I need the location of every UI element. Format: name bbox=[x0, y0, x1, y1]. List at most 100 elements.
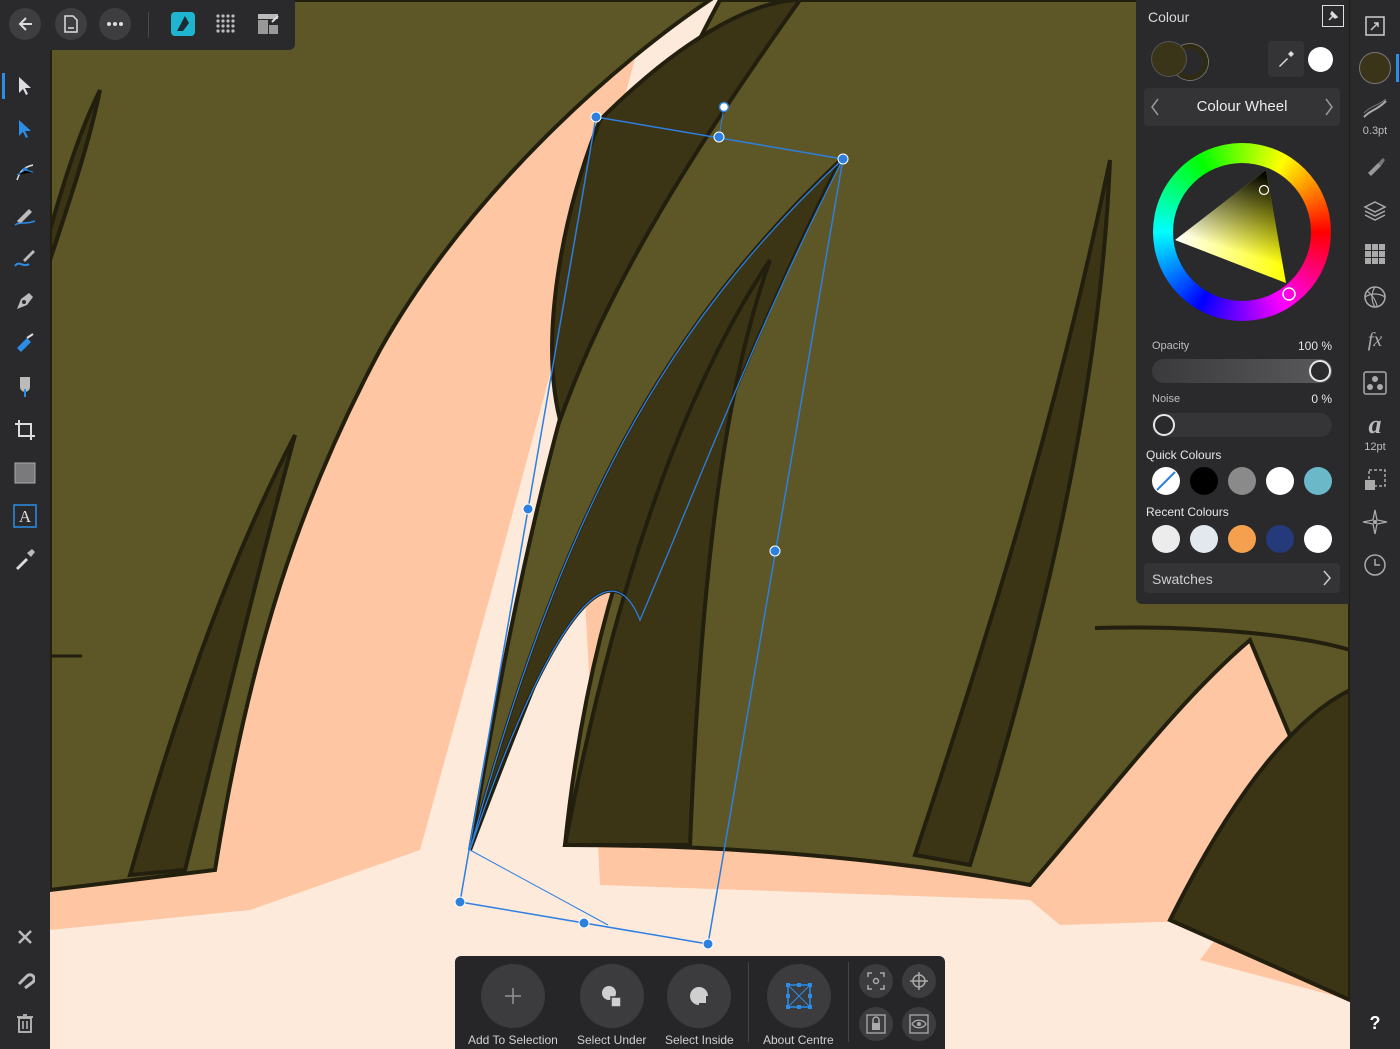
recent-colour-swatch[interactable] bbox=[1190, 525, 1218, 553]
pencil-tool-icon[interactable] bbox=[8, 198, 42, 232]
swatches-icon[interactable] bbox=[1358, 237, 1392, 271]
colour-icon[interactable] bbox=[1358, 51, 1392, 85]
text-styles-icon[interactable]: a bbox=[1358, 408, 1392, 442]
colour-panel: Colour Colour Wheel Opacity 100 % Noise … bbox=[1136, 0, 1349, 604]
select-inside-button[interactable] bbox=[667, 964, 731, 1028]
recent-colours-heading: Recent Colours bbox=[1146, 505, 1229, 519]
about-centre-icon bbox=[786, 983, 812, 1009]
eyedropper-colour[interactable] bbox=[1308, 47, 1333, 72]
corner-tool-icon[interactable] bbox=[8, 155, 42, 189]
colour-picker-icon[interactable] bbox=[8, 542, 42, 576]
history-icon[interactable] bbox=[1358, 548, 1392, 582]
colour-wheel[interactable] bbox=[1153, 143, 1331, 321]
selection-handle[interactable] bbox=[837, 153, 849, 165]
layers-icon[interactable] bbox=[1358, 194, 1392, 228]
quick-colour-swatch[interactable] bbox=[1228, 467, 1256, 495]
pen-tool-icon[interactable] bbox=[8, 284, 42, 318]
quick-colour-swatch[interactable] bbox=[1266, 467, 1294, 495]
document-icon[interactable] bbox=[55, 8, 87, 40]
colour-mode-selector[interactable]: Colour Wheel bbox=[1144, 88, 1340, 126]
toolbar-divider bbox=[748, 962, 749, 1042]
recent-colour-swatch[interactable] bbox=[1266, 525, 1294, 553]
selection-handle[interactable] bbox=[590, 111, 602, 123]
select-under-button[interactable] bbox=[580, 964, 644, 1028]
move-tool-icon[interactable] bbox=[2, 69, 42, 103]
selection-handle[interactable] bbox=[702, 938, 714, 950]
quick-colour-swatch[interactable] bbox=[1190, 467, 1218, 495]
opacity-label: Opacity bbox=[1152, 340, 1190, 352]
plus-icon bbox=[505, 988, 521, 1004]
lock-icon bbox=[866, 1014, 886, 1034]
quick-colour-swatch[interactable] bbox=[1152, 467, 1180, 495]
stroke-icon[interactable] bbox=[1358, 92, 1392, 126]
selection-handle[interactable] bbox=[713, 131, 725, 143]
navigator-icon[interactable] bbox=[1358, 505, 1392, 539]
panel-title: Colour bbox=[1148, 9, 1190, 25]
colour-triangle[interactable] bbox=[1153, 143, 1331, 321]
more-icon[interactable] bbox=[99, 8, 131, 40]
quick-colour-swatch[interactable] bbox=[1304, 467, 1332, 495]
rotation-handle[interactable] bbox=[718, 101, 730, 113]
studio-bar: 0.3pt fx a 12pt ? bbox=[1350, 0, 1400, 1049]
about-centre-label: About Centre bbox=[763, 1033, 834, 1047]
chevron-right-icon[interactable] bbox=[1324, 97, 1334, 122]
tools-panel: A bbox=[0, 50, 50, 1049]
view-button[interactable] bbox=[902, 1007, 936, 1041]
recent-colour-swatch[interactable] bbox=[1304, 525, 1332, 553]
noise-slider[interactable] bbox=[1152, 413, 1332, 437]
appearance-icon[interactable] bbox=[1358, 280, 1392, 314]
swatches-label: Swatches bbox=[1152, 571, 1213, 587]
styles-icon[interactable] bbox=[1358, 366, 1392, 400]
fill-colour-well[interactable] bbox=[1152, 42, 1186, 76]
crosshair-icon bbox=[910, 972, 928, 990]
eyedropper-button[interactable] bbox=[1268, 41, 1304, 77]
noise-slider-knob[interactable] bbox=[1153, 414, 1175, 436]
pixel-persona-icon[interactable] bbox=[210, 8, 242, 40]
svg-text:A: A bbox=[19, 507, 32, 526]
fill-tool-icon[interactable] bbox=[8, 327, 42, 361]
top-toolbar bbox=[0, 0, 295, 50]
transform-origin-button[interactable] bbox=[859, 964, 893, 998]
designer-persona-icon[interactable] bbox=[167, 8, 199, 40]
lock-children-button[interactable] bbox=[859, 1007, 893, 1041]
brush-icon[interactable] bbox=[1358, 149, 1392, 183]
transparency-tool-icon[interactable] bbox=[8, 370, 42, 404]
quick-colours-heading: Quick Colours bbox=[1146, 448, 1222, 462]
transform-icon[interactable] bbox=[1358, 463, 1392, 497]
fx-icon[interactable]: fx bbox=[1358, 323, 1392, 357]
snapping-icon[interactable] bbox=[8, 963, 42, 997]
transform-origin-icon bbox=[867, 972, 885, 990]
back-icon[interactable] bbox=[9, 8, 41, 40]
canvas-icon[interactable] bbox=[1358, 9, 1392, 43]
opacity-value: 100 % bbox=[1297, 339, 1332, 353]
vector-brush-tool-icon[interactable] bbox=[8, 241, 42, 275]
pin-icon[interactable] bbox=[1322, 5, 1344, 27]
fill-stroke-selector[interactable] bbox=[1152, 40, 1208, 80]
select-under-label: Select Under bbox=[577, 1033, 647, 1047]
selection-handle[interactable] bbox=[522, 503, 534, 515]
recent-colour-swatch[interactable] bbox=[1228, 525, 1256, 553]
artboard-tool-icon[interactable] bbox=[8, 413, 42, 447]
add-to-selection-button[interactable] bbox=[481, 964, 545, 1028]
toolbar-divider bbox=[848, 962, 849, 1042]
noise-value: 0 % bbox=[1311, 392, 1332, 406]
selection-handle[interactable] bbox=[769, 545, 781, 557]
recent-colour-swatch[interactable] bbox=[1152, 525, 1180, 553]
toolbar-divider bbox=[148, 12, 149, 38]
crosshair-button[interactable] bbox=[902, 964, 936, 998]
swatches-button[interactable]: Swatches bbox=[1144, 563, 1340, 593]
text-tool-icon[interactable]: A bbox=[8, 499, 42, 533]
export-persona-icon[interactable] bbox=[252, 8, 284, 40]
opacity-slider-knob[interactable] bbox=[1309, 360, 1331, 382]
close-icon[interactable] bbox=[8, 920, 42, 954]
help-icon[interactable]: ? bbox=[1358, 1006, 1392, 1040]
hue-cursor[interactable] bbox=[1282, 287, 1296, 301]
shape-tool-icon[interactable] bbox=[8, 456, 42, 490]
opacity-slider[interactable] bbox=[1152, 359, 1332, 383]
active-colour-swatch bbox=[1359, 52, 1391, 84]
node-tool-icon[interactable] bbox=[8, 112, 42, 146]
about-centre-button[interactable] bbox=[767, 964, 831, 1028]
selection-handle[interactable] bbox=[454, 896, 466, 908]
selection-handle[interactable] bbox=[578, 917, 590, 929]
delete-icon[interactable] bbox=[8, 1006, 42, 1040]
